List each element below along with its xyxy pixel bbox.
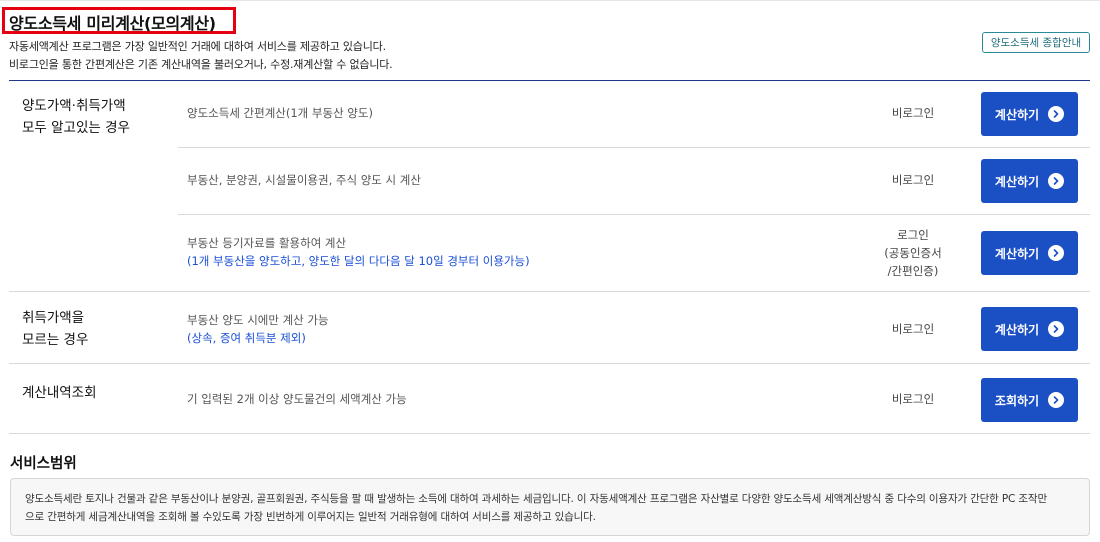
guide-button[interactable]: 양도소득세 종합안내 bbox=[982, 32, 1090, 53]
login-line3: /간편인증) bbox=[887, 264, 939, 278]
button-label: 계산하기 bbox=[994, 107, 1040, 122]
button-label: 계산하기 bbox=[994, 322, 1040, 337]
service-scope-title: 서비스범위 bbox=[10, 456, 77, 472]
row-desc-main: 부동산 등기자료를 활용하여 계산 bbox=[187, 236, 347, 250]
row-login-status: 비로그인 bbox=[891, 106, 935, 120]
intro-text-line1: 자동세액계산 프로그램은 가장 일반적인 거래에 대하여 서비스를 제공하고 있… bbox=[9, 40, 386, 53]
row-desc-note: (1개 부동산을 양도하고, 양도한 달의 다다음 달 10일 경부터 이용가능… bbox=[187, 254, 530, 268]
service-scope-text-line1: 양도소득세란 토지나 건물과 같은 부동산이나 분양권, 골프회원권, 주식등을… bbox=[25, 493, 1047, 505]
category-history: 계산내역조회 bbox=[22, 382, 97, 404]
row-login-status: 로그인 (공동인증서 /간편인증) bbox=[860, 226, 966, 280]
calculate-button-unknown[interactable]: 계산하기 bbox=[981, 307, 1078, 351]
table-top-rule bbox=[9, 80, 1090, 81]
category-label-line1: 취득가액을 bbox=[22, 310, 85, 326]
login-line2: (공동인증서 bbox=[884, 246, 942, 260]
row-login-status: 비로그인 bbox=[891, 392, 935, 406]
top-divider bbox=[0, 0, 1100, 1]
chevron-right-circle-icon bbox=[1048, 321, 1065, 337]
row-divider bbox=[178, 214, 1090, 215]
intro-text-line2: 비로그인을 통한 간편계산은 기존 계산내역을 불러오거나, 수정.재계산할 수… bbox=[9, 58, 393, 71]
row-desc-simple-calc: 양도소득세 간편계산(1개 부동산 양도) bbox=[187, 106, 373, 120]
row-divider bbox=[178, 147, 1090, 148]
category-label-line1: 양도가액·취득가액 bbox=[22, 98, 126, 114]
section-divider bbox=[9, 291, 1090, 292]
category-label-line1: 계산내역조회 bbox=[22, 385, 97, 401]
button-label: 계산하기 bbox=[994, 174, 1040, 189]
button-label: 조회하기 bbox=[994, 393, 1040, 408]
row-login-status: 비로그인 bbox=[891, 173, 935, 187]
chevron-right-circle-icon bbox=[1048, 173, 1065, 189]
row-login-status: 비로그인 bbox=[891, 322, 935, 336]
category-known-prices: 양도가액·취득가액 모두 알고있는 경우 bbox=[22, 95, 130, 139]
login-line1: 로그인 bbox=[897, 228, 929, 242]
category-label-line2: 모두 알고있는 경우 bbox=[22, 120, 130, 136]
chevron-right-circle-icon bbox=[1048, 245, 1065, 261]
service-scope-text-line2: 으로 간편하게 세금계산내역을 조회해 볼 수있도록 가장 빈번하게 이루어지는… bbox=[25, 511, 596, 523]
category-label-line2: 모르는 경우 bbox=[22, 332, 89, 348]
chevron-right-circle-icon bbox=[1048, 106, 1065, 122]
inquiry-button[interactable]: 조회하기 bbox=[981, 378, 1078, 422]
section-divider bbox=[9, 363, 1090, 364]
calculate-button-simple[interactable]: 계산하기 bbox=[981, 92, 1078, 136]
service-scope-box: 양도소득세란 토지나 건물과 같은 부동산이나 분양권, 골프회원권, 주식등을… bbox=[10, 478, 1090, 536]
button-label: 계산하기 bbox=[994, 246, 1040, 261]
row-desc-asset-calc: 부동산, 분양권, 시설물이용권, 주식 양도 시 계산 bbox=[187, 173, 421, 187]
row-desc-note: (상속, 증여 취득분 제외) bbox=[187, 331, 306, 345]
category-unknown-acquisition: 취득가액을 모르는 경우 bbox=[22, 307, 88, 351]
calculate-button-asset[interactable]: 계산하기 bbox=[981, 159, 1078, 203]
calculate-button-registry[interactable]: 계산하기 bbox=[981, 231, 1078, 275]
row-desc-history: 기 입력된 2개 이상 양도물건의 세액계산 가능 bbox=[187, 392, 407, 406]
chevron-right-circle-icon bbox=[1048, 392, 1065, 408]
row-desc-unknown-calc: 부동산 양도 시에만 계산 가능 (상속, 증여 취득분 제외) bbox=[187, 311, 329, 347]
page-title: 양도소득세 미리계산(모의계산) bbox=[9, 14, 216, 33]
section-divider bbox=[9, 433, 1090, 434]
row-desc-main: 부동산 양도 시에만 계산 가능 bbox=[187, 313, 329, 327]
row-desc-registry-calc: 부동산 등기자료를 활용하여 계산 (1개 부동산을 양도하고, 양도한 달의 … bbox=[187, 234, 530, 270]
